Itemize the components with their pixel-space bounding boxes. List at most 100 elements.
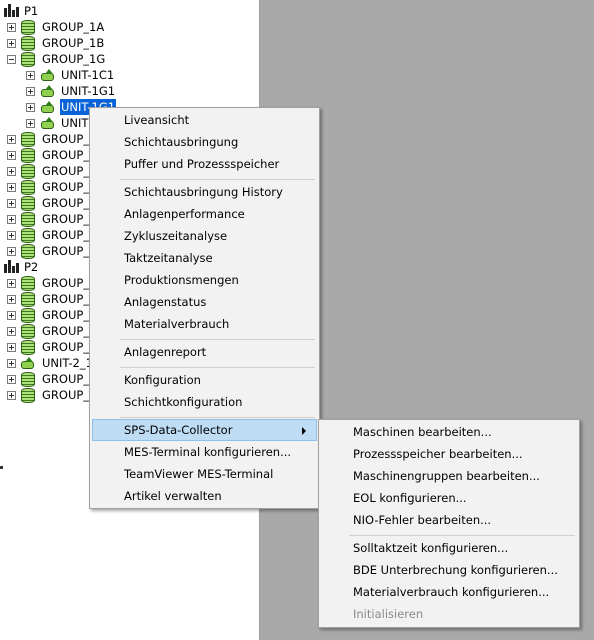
tree-node-label: GROUP_: [42, 180, 90, 194]
tree-node-label: P1: [24, 4, 39, 18]
menu-item-schichtkonfiguration[interactable]: Schichtkonfiguration: [92, 391, 317, 413]
menu-item-mes-terminal[interactable]: MES-Terminal konfigurieren...: [92, 441, 317, 463]
unit-icon: [41, 101, 54, 113]
tree-node-label: GROUP_: [42, 276, 90, 290]
menu-item-zykluszeitanalyse[interactable]: Zykluszeitanalyse: [92, 225, 317, 247]
database-icon: [21, 324, 35, 339]
expand-icon[interactable]: [7, 375, 16, 384]
tree-node-label: GROUP_1A: [42, 20, 105, 34]
submenu-item-initialisieren: Initialisieren: [353, 607, 424, 621]
expand-icon[interactable]: [26, 103, 35, 112]
tree-node-label: GROUP_: [42, 244, 90, 258]
expand-icon[interactable]: [7, 359, 16, 368]
unit-icon: [21, 357, 34, 369]
menu-separator: [120, 367, 315, 368]
menu-item-taktzeitanalyse[interactable]: Taktzeitanalyse: [92, 247, 317, 269]
menu-item-teamviewer[interactable]: TeamViewer MES-Terminal: [92, 463, 317, 485]
submenu-item-maschinengruppen[interactable]: Maschinengruppen bearbeiten...: [321, 465, 577, 487]
database-icon: [21, 292, 35, 307]
tree-node-label: GROUP_: [42, 164, 90, 178]
tree-line-stub: [0, 466, 3, 469]
plant-icon: [4, 4, 21, 17]
expand-icon[interactable]: [7, 279, 16, 288]
database-icon: [21, 372, 35, 387]
database-icon: [21, 52, 35, 67]
expand-icon[interactable]: [7, 343, 16, 352]
submenu-item-materialverbrauch[interactable]: Materialverbrauch konfigurieren...: [321, 581, 577, 603]
unit-icon: [41, 69, 54, 81]
menu-item-schicht-history[interactable]: Schichtausbringung History: [92, 181, 317, 203]
database-icon: [21, 36, 35, 51]
database-icon: [21, 148, 35, 163]
tree-node-label: GROUP_: [42, 212, 90, 226]
expand-icon[interactable]: [26, 87, 35, 96]
submenu-item-prozessspeicher[interactable]: Prozessspeicher bearbeiten...: [321, 443, 577, 465]
expand-icon[interactable]: [7, 247, 16, 256]
submenu-item-bde[interactable]: BDE Unterbrechung konfigurieren...: [321, 559, 577, 581]
tree-node-label: UNIT-2_1: [42, 356, 93, 370]
expand-icon[interactable]: [7, 167, 16, 176]
database-icon: [21, 20, 35, 35]
expand-icon[interactable]: [7, 215, 16, 224]
database-icon: [21, 388, 35, 403]
tree-node-label: GROUP_: [42, 228, 90, 242]
expand-icon[interactable]: [7, 23, 16, 32]
tree-node-label: GROUP_: [42, 388, 90, 402]
expand-icon[interactable]: [7, 183, 16, 192]
collapse-icon[interactable]: [7, 55, 16, 64]
tree-node-label: GROUP_: [42, 308, 90, 322]
menu-item-sps-data-collector[interactable]: SPS-Data-Collector: [92, 419, 317, 441]
tree-node-label: GROUP_: [42, 196, 90, 210]
submenu: Maschinen bearbeiten... Prozessspeicher …: [318, 419, 580, 628]
expand-icon[interactable]: [7, 311, 16, 320]
tree-node-label: GROUP_: [42, 372, 90, 386]
expand-icon[interactable]: [7, 295, 16, 304]
expand-icon[interactable]: [26, 71, 35, 80]
menu-item-anlagenstatus[interactable]: Anlagenstatus: [92, 291, 317, 313]
database-icon: [21, 164, 35, 179]
menu-item-materialverbrauch[interactable]: Materialverbrauch: [92, 313, 317, 335]
submenu-item-eol[interactable]: EOL konfigurieren...: [321, 487, 577, 509]
menu-item-artikel[interactable]: Artikel verwalten: [92, 485, 317, 507]
tree-node-label: UNIT-1G1: [61, 84, 116, 98]
expand-icon[interactable]: [7, 39, 16, 48]
tree-node-label: GROUP_: [42, 292, 90, 306]
tree-node-label: UNIT-1C1: [61, 68, 115, 82]
menu-item-schichtausbringung[interactable]: Schichtausbringung: [92, 131, 317, 153]
tree-node-label: UNIT: [61, 116, 89, 130]
expand-icon[interactable]: [7, 231, 16, 240]
tree-node-label: GROUP_: [42, 148, 90, 162]
menu-item-produktionsmengen[interactable]: Produktionsmengen: [92, 269, 317, 291]
database-icon: [21, 308, 35, 323]
submenu-item-nio[interactable]: NIO-Fehler bearbeiten...: [321, 509, 577, 531]
tree-node-label: GROUP_1B: [42, 36, 105, 50]
tree-node-label: GROUP_: [42, 324, 90, 338]
expand-icon[interactable]: [7, 199, 16, 208]
database-icon: [21, 180, 35, 195]
tree-node-label: GROUP_: [42, 340, 90, 354]
menu-item-anlagenperformance[interactable]: Anlagenperformance: [92, 203, 317, 225]
expand-icon[interactable]: [7, 135, 16, 144]
database-icon: [21, 132, 35, 147]
expand-icon[interactable]: [7, 391, 16, 400]
menu-item-anlagenreport[interactable]: Anlagenreport: [92, 341, 317, 363]
menu-separator: [120, 339, 315, 340]
menu-item-konfiguration[interactable]: Konfiguration: [92, 369, 317, 391]
expand-icon[interactable]: [7, 327, 16, 336]
menu-item-liveansicht[interactable]: Liveansicht: [92, 109, 317, 131]
expand-icon[interactable]: [26, 119, 35, 128]
database-icon: [21, 340, 35, 355]
menu-separator: [349, 535, 575, 536]
unit-icon: [41, 85, 54, 97]
context-menu: Liveansicht Schichtausbringung Puffer un…: [89, 107, 320, 509]
submenu-item-maschinen[interactable]: Maschinen bearbeiten...: [321, 421, 577, 443]
plant-icon: [4, 260, 21, 273]
submenu-item-solltaktzeit[interactable]: Solltaktzeit konfigurieren...: [321, 537, 577, 559]
menu-item-puffer[interactable]: Puffer und Prozessspeicher: [92, 153, 317, 175]
database-icon: [21, 228, 35, 243]
database-icon: [21, 196, 35, 211]
expand-icon[interactable]: [7, 151, 16, 160]
submenu-arrow-icon: [302, 427, 306, 435]
database-icon: [21, 276, 35, 291]
tree-node-label: GROUP_1G: [42, 52, 106, 66]
